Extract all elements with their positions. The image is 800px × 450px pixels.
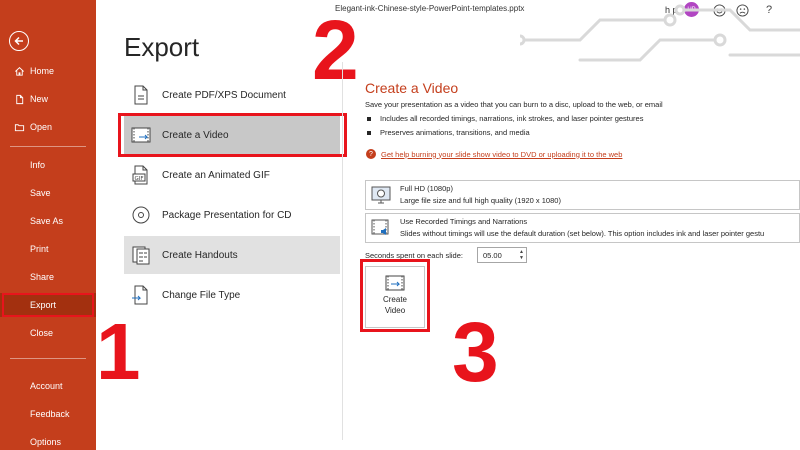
sidebar-item-new[interactable]: New [0, 87, 96, 111]
panel-title: Create a Video [365, 80, 459, 96]
home-icon [13, 65, 25, 77]
backstage-sidebar: Home New Open Info Save Save As Print Sh… [0, 0, 96, 450]
help-circle-icon: ? [366, 149, 376, 159]
spinner-arrows[interactable]: ▲ ▼ [519, 249, 524, 261]
quality-title: Full HD (1080p) [400, 184, 453, 193]
sidebar-item-account[interactable]: Account [0, 374, 96, 398]
sidebar-item-share[interactable]: Share [0, 265, 96, 289]
step-3-annotation: 3 [452, 305, 499, 399]
powerpoint-backstage: Home New Open Info Save Save As Print Sh… [0, 0, 800, 450]
sidebar-item-options[interactable]: Options [0, 430, 96, 450]
sidebar-item-label: Close [30, 328, 54, 338]
sidebar-item-label: Feedback [30, 409, 70, 419]
bullet-text: Includes all recorded timings, narration… [380, 114, 644, 123]
option-label: Create an Animated GIF [162, 169, 270, 181]
document-title: Elegant-ink-Chinese-style-PowerPoint-tem… [335, 4, 525, 13]
back-button[interactable] [9, 31, 29, 51]
cd-icon [130, 204, 152, 226]
option-create-pdf-xps[interactable]: Create PDF/XPS Document [124, 76, 340, 114]
monitor-icon [370, 184, 392, 206]
help-link-text: Get help burning your slide show video t… [381, 149, 623, 159]
sidebar-item-label: Home [30, 66, 55, 76]
back-arrow-icon [14, 36, 23, 46]
sidebar-item-label: Info [30, 160, 46, 170]
sidebar-item-label: Open [30, 122, 53, 132]
sidebar-item-label: Account [30, 381, 63, 391]
sidebar-item-save[interactable]: Save [0, 181, 96, 205]
chevron-down-icon[interactable]: ▼ [519, 255, 524, 261]
bullet-marker [367, 130, 371, 135]
timings-dropdown[interactable]: Use Recorded Timings and Narrations Slid… [365, 213, 800, 243]
step-1-annotation: 1 [96, 307, 141, 396]
option-create-handouts[interactable]: Create Handouts [124, 236, 340, 274]
sidebar-item-feedback[interactable]: Feedback [0, 402, 96, 426]
recorded-timings-icon [370, 217, 392, 239]
seconds-value: 05.00 [483, 250, 502, 260]
sidebar-item-label: Share [30, 272, 55, 282]
option-package-for-cd[interactable]: Package Presentation for CD [124, 196, 340, 234]
sidebar-divider [10, 146, 86, 147]
change-file-type-icon [130, 284, 152, 306]
pdf-icon [130, 84, 152, 106]
option-label: Create PDF/XPS Document [162, 89, 286, 101]
bullet-item: Includes all recorded timings, narration… [367, 114, 643, 123]
page-title: Export [124, 32, 200, 62]
option-label: Change File Type [162, 289, 241, 301]
gif-icon: GIF [130, 164, 152, 186]
bullet-marker [367, 116, 371, 121]
handouts-icon [130, 244, 152, 266]
option-change-file-type[interactable]: Change File Type [124, 276, 340, 314]
bullet-text: Preserves animations, transitions, and m… [380, 128, 530, 137]
sidebar-item-label: Options [30, 437, 62, 447]
timings-subtitle: Slides without timings will use the defa… [400, 229, 765, 238]
option-label: Package Presentation for CD [162, 209, 292, 221]
circuit-decoration [520, 4, 800, 62]
sidebar-item-label: Save As [30, 216, 64, 226]
timings-title: Use Recorded Timings and Narrations [400, 217, 528, 226]
sidebar-divider [10, 358, 86, 359]
sidebar-item-label: Save [30, 188, 51, 198]
sidebar-item-label: Print [30, 244, 49, 254]
help-link[interactable]: ? Get help burning your slide show video… [366, 149, 622, 159]
sidebar-item-open[interactable]: Open [0, 115, 96, 139]
create-video-button-highlight [360, 259, 430, 332]
export-highlight-box [2, 293, 94, 317]
video-quality-dropdown[interactable]: Full HD (1080p) Large file size and full… [365, 180, 800, 210]
sidebar-item-label: New [30, 94, 49, 104]
sidebar-item-close[interactable]: Close [0, 321, 96, 345]
folder-icon [13, 121, 25, 133]
quality-subtitle: Large file size and full high quality (1… [400, 196, 561, 205]
svg-text:GIF: GIF [135, 176, 144, 182]
seconds-stepper[interactable]: 05.00 ▲ ▼ [477, 247, 527, 263]
sidebar-item-save-as[interactable]: Save As [0, 209, 96, 233]
new-document-icon [13, 93, 25, 105]
sidebar-item-home[interactable]: Home [0, 59, 96, 83]
panel-description: Save your presentation as a video that y… [365, 100, 663, 109]
sidebar-item-print[interactable]: Print [0, 237, 96, 261]
option-create-animated-gif[interactable]: GIF Create an Animated GIF [124, 156, 340, 194]
option-label: Create Handouts [162, 249, 238, 261]
create-video-highlight-box [118, 113, 347, 157]
bullet-item: Preserves animations, transitions, and m… [367, 128, 530, 137]
panel-divider [342, 62, 343, 440]
sidebar-item-info[interactable]: Info [0, 153, 96, 177]
